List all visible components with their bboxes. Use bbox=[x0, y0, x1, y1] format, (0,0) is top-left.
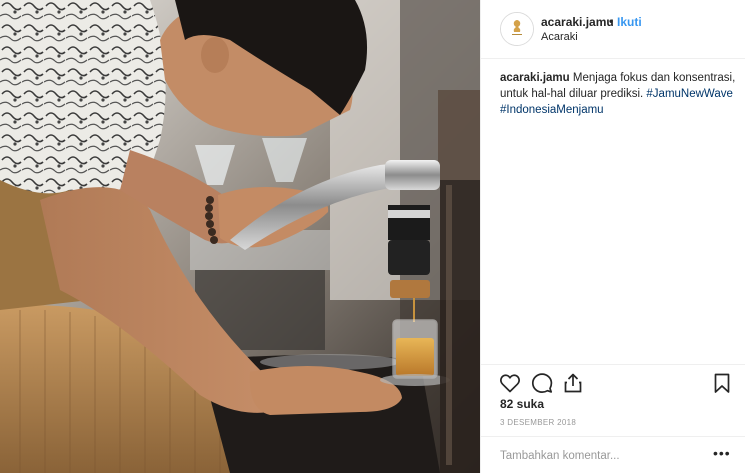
acaraki-logo-icon bbox=[501, 13, 533, 45]
more-options-icon[interactable]: ••• bbox=[713, 445, 731, 461]
hashtag-link[interactable]: #JamuNewWave bbox=[646, 88, 733, 100]
instagram-post-view: acaraki.jamu • Ikuti Acaraki acaraki.jam… bbox=[0, 0, 745, 473]
share-icon[interactable] bbox=[561, 371, 585, 395]
heart-icon[interactable] bbox=[498, 371, 522, 395]
comment-icon[interactable] bbox=[530, 371, 554, 395]
comment-bar: ••• bbox=[481, 436, 745, 473]
separator-dot: • bbox=[609, 14, 614, 28]
post-author-handle[interactable]: acaraki.jamu bbox=[541, 15, 614, 29]
bookmark-icon[interactable] bbox=[710, 371, 734, 395]
post-actions bbox=[481, 364, 745, 401]
post-location[interactable]: Acaraki bbox=[541, 31, 578, 43]
post-sidebar: acaraki.jamu • Ikuti Acaraki acaraki.jam… bbox=[480, 0, 745, 473]
post-photo[interactable] bbox=[0, 0, 480, 473]
post-header: acaraki.jamu • Ikuti Acaraki bbox=[481, 0, 745, 59]
post-caption: acaraki.jamu Menjaga fokus dan konsentra… bbox=[500, 70, 740, 118]
comment-input[interactable] bbox=[500, 447, 700, 465]
barista-brewing-photo bbox=[0, 0, 480, 473]
follow-button[interactable]: Ikuti bbox=[617, 15, 642, 29]
profile-avatar[interactable] bbox=[500, 12, 534, 46]
caption-username[interactable]: acaraki.jamu bbox=[500, 72, 570, 84]
like-count[interactable]: 82 suka bbox=[500, 397, 544, 411]
hashtag-link[interactable]: #IndonesiaMenjamu bbox=[500, 104, 604, 116]
post-date: 3 DESEMBER 2018 bbox=[500, 418, 577, 427]
